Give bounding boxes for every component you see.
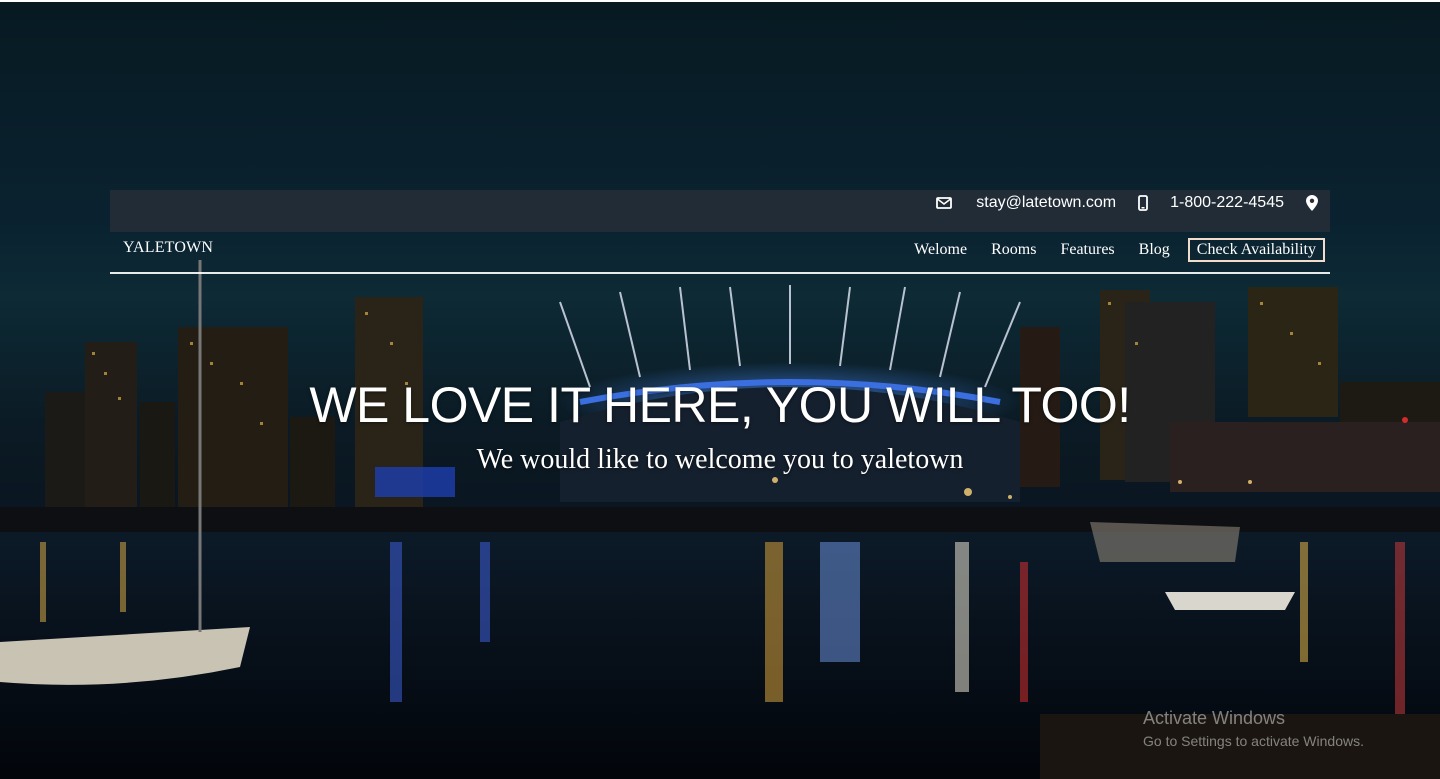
watermark-subtitle: Go to Settings to activate Windows. — [1143, 733, 1364, 749]
mobile-phone-icon — [1138, 195, 1149, 211]
brand-logo[interactable]: YALETOWN — [123, 239, 213, 257]
top-contact-bar: stay@latetown.com 1-800-222-4545 — [110, 190, 1330, 232]
hero-headline: WE LOVE IT HERE, YOU WILL TOO! — [309, 377, 1131, 433]
nav-link-features[interactable]: Features — [1060, 241, 1114, 259]
check-availability-button[interactable]: Check Availability — [1187, 238, 1325, 262]
nav-links: Welome Rooms Features Blog Check Availab… — [890, 238, 1325, 262]
phone-link[interactable]: 1-800-222-4545 — [1170, 194, 1284, 212]
main-navbar: YALETOWN Welome Rooms Features Blog Chec… — [110, 232, 1330, 274]
hero-subheadline: We would like to welcome you to yaletown — [476, 444, 964, 475]
map-marker-icon[interactable] — [1306, 195, 1318, 211]
watermark-title: Activate Windows — [1143, 708, 1286, 728]
windows-activation-watermark: Activate Windows Go to Settings to activ… — [1143, 708, 1364, 749]
envelope-icon — [936, 197, 953, 209]
contact-info: stay@latetown.com 1-800-222-4545 — [936, 190, 1318, 216]
nav-link-rooms[interactable]: Rooms — [991, 241, 1036, 259]
nav-link-blog[interactable]: Blog — [1139, 241, 1170, 259]
email-link[interactable]: stay@latetown.com — [976, 194, 1116, 212]
nav-link-welcome[interactable]: Welome — [914, 241, 967, 259]
